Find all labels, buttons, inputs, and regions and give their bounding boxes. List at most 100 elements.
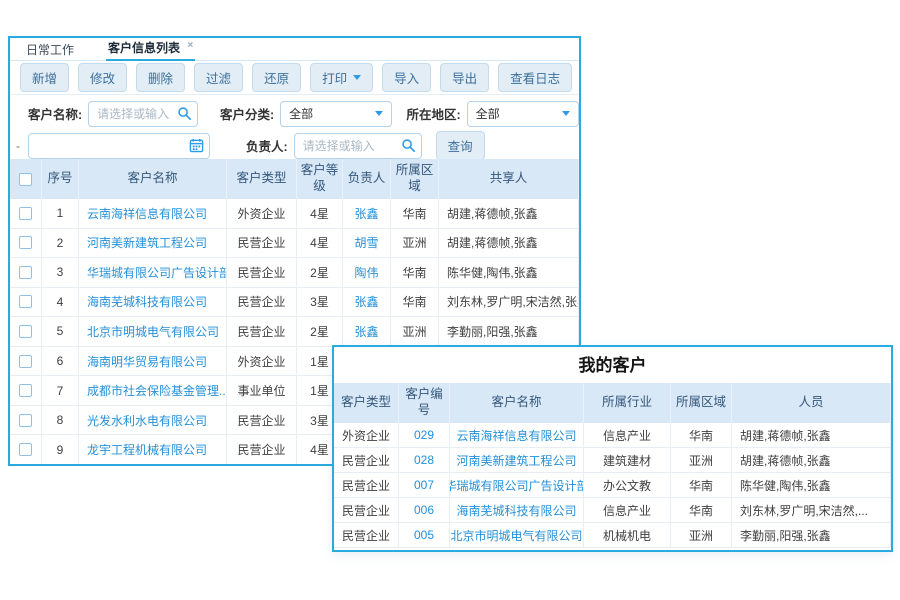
customer-code-link[interactable]: 005 <box>399 523 450 547</box>
row-checkbox[interactable] <box>19 325 32 338</box>
customer-name-link[interactable]: 河南美新建筑工程公司 <box>450 448 584 472</box>
table-row[interactable]: 民营企业 006 海南芜城科技有限公司 信息产业 华南 刘东林,罗广明,宋洁然,… <box>334 498 891 523</box>
owner-link[interactable]: 张鑫 <box>343 288 391 317</box>
owner-link[interactable]: 胡雪 <box>343 229 391 258</box>
region: 亚洲 <box>391 317 439 346</box>
table-row[interactable]: 民营企业 007 华瑞城有限公司广告设计部 办公文教 华南 陈华健,陶伟,张鑫 <box>334 473 891 498</box>
customer-type: 民营企业 <box>227 406 297 435</box>
table-row[interactable]: 5 北京市明城电气有限公司 民营企业 2星 张鑫 亚洲 李勤丽,阳强,张鑫 <box>10 317 579 347</box>
people: 胡建,蒋德帧,张鑫 <box>732 423 891 447</box>
row-checkbox[interactable] <box>19 355 32 368</box>
customer-name-link[interactable]: 云南海祥信息有限公司 <box>79 199 227 228</box>
row-checkbox[interactable] <box>19 207 32 220</box>
select-all-checkbox[interactable] <box>19 173 32 186</box>
col-header-customer-type: 客户类型 <box>334 383 399 423</box>
col-header-customer-name: 客户名称 <box>79 159 227 199</box>
customer-type: 民营企业 <box>334 473 399 497</box>
customer-type: 外资企业 <box>227 347 297 376</box>
region: 华南 <box>671 498 732 522</box>
table-row[interactable]: 2 河南美新建筑工程公司 民营企业 4星 胡雪 亚洲 胡建,蒋德帧,张鑫 <box>10 229 579 259</box>
industry: 机械机电 <box>584 523 671 547</box>
export-button[interactable]: 导出 <box>440 63 489 92</box>
col-header-owner: 负责人 <box>343 159 391 199</box>
customer-name-link[interactable]: 光发水利水电有限公司 <box>79 406 227 435</box>
add-button[interactable]: 新增 <box>20 63 69 92</box>
customer-code-link[interactable]: 029 <box>399 423 450 447</box>
search-icon[interactable] <box>177 106 192 121</box>
view-log-button[interactable]: 查看日志 <box>498 63 572 92</box>
customer-name-link[interactable]: 云南海祥信息有限公司 <box>450 423 584 447</box>
shared-people: 胡建,蒋德帧,张鑫 <box>439 229 579 258</box>
print-button[interactable]: 打印 <box>310 63 373 92</box>
customer-type: 民营企业 <box>227 229 297 258</box>
delete-button[interactable]: 删除 <box>136 63 185 92</box>
customer-code-link[interactable]: 006 <box>399 498 450 522</box>
calendar-icon[interactable] <box>189 138 204 153</box>
category-select[interactable]: 全部 <box>280 101 392 127</box>
industry: 建筑建材 <box>584 448 671 472</box>
import-button[interactable]: 导入 <box>382 63 431 92</box>
tab-daily-work[interactable]: 日常工作 <box>24 37 76 61</box>
tab-customer-info-list[interactable]: 客户信息列表 × <box>106 36 195 61</box>
row-checkbox[interactable] <box>19 384 32 397</box>
customer-name-link[interactable]: 河南美新建筑工程公司 <box>79 229 227 258</box>
region: 亚洲 <box>391 229 439 258</box>
customer-name-link[interactable]: 北京市明城电气有限公司 <box>450 523 584 547</box>
customer-code-link[interactable]: 007 <box>399 473 450 497</box>
table-row[interactable]: 1 云南海祥信息有限公司 外资企业 4星 张鑫 华南 胡建,蒋德帧,张鑫 <box>10 199 579 229</box>
row-number: 8 <box>42 406 79 435</box>
customer-name-field-wrap <box>88 101 198 127</box>
region: 华南 <box>671 423 732 447</box>
customer-name-link[interactable]: 海南明华贸易有限公司 <box>79 347 227 376</box>
table-row[interactable]: 3 华瑞城有限公司广告设计部 民营企业 2星 陶伟 华南 陈华健,陶伟,张鑫 <box>10 258 579 288</box>
customer-code-link[interactable]: 028 <box>399 448 450 472</box>
row-checkbox[interactable] <box>19 236 32 249</box>
district-value: 全部 <box>476 105 500 122</box>
date-input[interactable] <box>28 133 210 159</box>
table-row[interactable]: 外资企业 029 云南海祥信息有限公司 信息产业 华南 胡建,蒋德帧,张鑫 <box>334 423 891 448</box>
owner-link[interactable]: 张鑫 <box>343 199 391 228</box>
table-row[interactable]: 民营企业 028 河南美新建筑工程公司 建筑建材 亚洲 胡建,蒋德帧,张鑫 <box>334 448 891 473</box>
tab-bar: 日常工作 客户信息列表 × <box>10 38 579 61</box>
customer-name-link[interactable]: 北京市明城电气有限公司 <box>79 317 227 346</box>
region: 华南 <box>391 288 439 317</box>
customer-name-link[interactable]: 海南芜城科技有限公司 <box>450 498 584 522</box>
row-checkbox[interactable] <box>19 295 32 308</box>
table-row[interactable]: 4 海南芜城科技有限公司 民营企业 3星 张鑫 华南 刘东林,罗广明,宋洁然,张… <box>10 288 579 318</box>
row-checkbox[interactable] <box>19 443 32 456</box>
shared-people: 李勤丽,阳强,张鑫 <box>439 317 579 346</box>
toolbar: 新增 修改 删除 过滤 还原 打印 导入 导出 查看日志 <box>10 61 579 95</box>
shared-people: 陈华健,陶伟,张鑫 <box>439 258 579 287</box>
district-select[interactable]: 全部 <box>467 101 579 127</box>
customer-type: 民营企业 <box>334 498 399 522</box>
tab-label: 客户信息列表 <box>108 41 180 55</box>
customer-name-link[interactable]: 华瑞城有限公司广告设计部 <box>450 473 584 497</box>
owner-link[interactable]: 陶伟 <box>343 258 391 287</box>
table-row[interactable]: 民营企业 005 北京市明城电气有限公司 机械机电 亚洲 李勤丽,阳强,张鑫 <box>334 523 891 548</box>
customer-name-link[interactable]: 成都市社会保险基金管理... <box>79 376 227 405</box>
modify-button[interactable]: 修改 <box>78 63 127 92</box>
region: 亚洲 <box>671 523 732 547</box>
customer-name-link[interactable]: 华瑞城有限公司广告设计部 <box>79 258 227 287</box>
close-icon[interactable]: × <box>187 40 193 51</box>
col-header-shared: 共享人 <box>439 159 579 199</box>
row-number: 6 <box>42 347 79 376</box>
people: 刘东林,罗广明,宋洁然,... <box>732 498 891 522</box>
col-header-region: 所属区域 <box>671 383 732 423</box>
customer-name-link[interactable]: 龙宇工程机械有限公司 <box>79 435 227 464</box>
query-button[interactable]: 查询 <box>436 131 485 159</box>
search-icon[interactable] <box>401 138 416 153</box>
customer-name-link[interactable]: 海南芜城科技有限公司 <box>79 288 227 317</box>
shared-people: 胡建,蒋德帧,张鑫 <box>439 199 579 228</box>
industry: 信息产业 <box>584 423 671 447</box>
industry: 信息产业 <box>584 498 671 522</box>
caret-down-icon <box>562 111 570 116</box>
row-checkbox[interactable] <box>19 266 32 279</box>
restore-button[interactable]: 还原 <box>252 63 301 92</box>
row-checkbox[interactable] <box>19 414 32 427</box>
industry: 办公文教 <box>584 473 671 497</box>
customer-level: 2星 <box>297 317 343 346</box>
owner-link[interactable]: 张鑫 <box>343 317 391 346</box>
col-header-region: 所属区域 <box>391 159 439 199</box>
filter-button[interactable]: 过滤 <box>194 63 243 92</box>
